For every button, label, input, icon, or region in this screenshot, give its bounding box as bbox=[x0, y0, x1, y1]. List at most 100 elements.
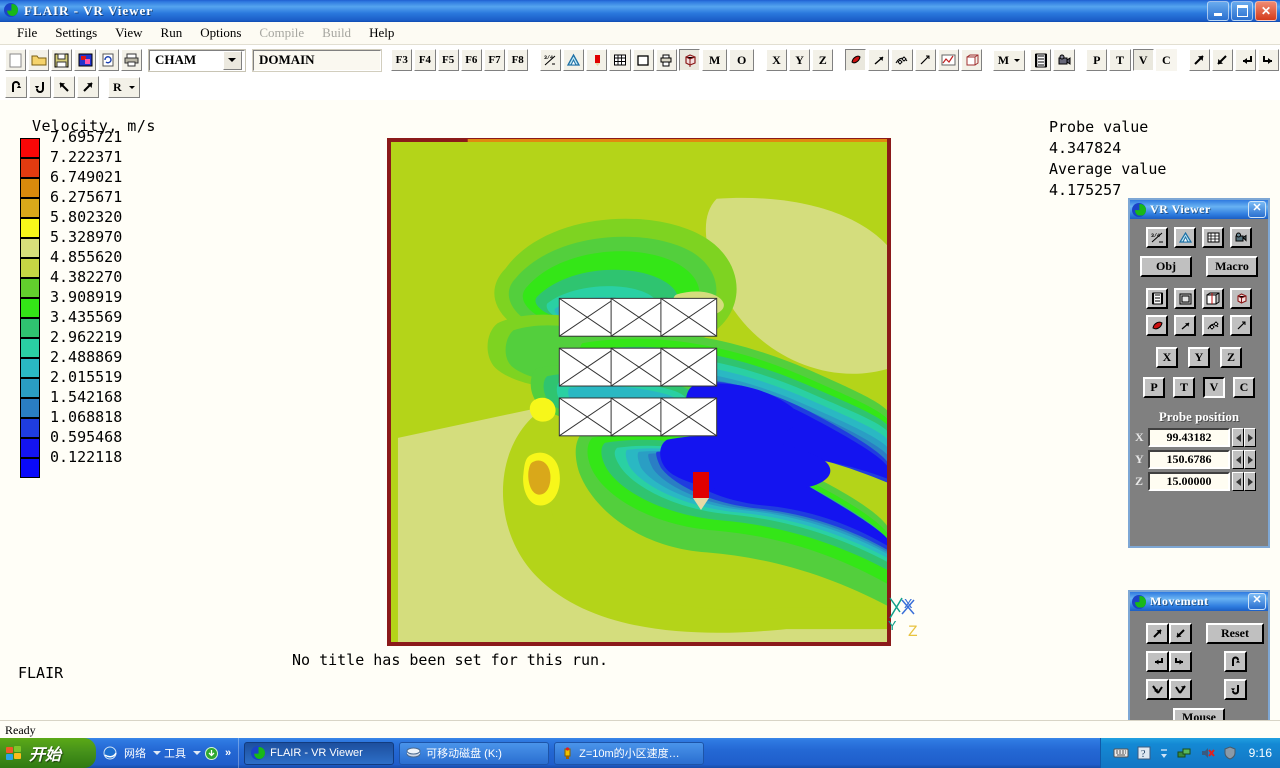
start-button[interactable]: 开始 bbox=[0, 738, 96, 768]
project-combo[interactable]: CHAM bbox=[149, 50, 245, 71]
chevron-down-icon[interactable] bbox=[223, 51, 242, 70]
contour-fill-button[interactable] bbox=[845, 49, 866, 71]
step-forward-button[interactable] bbox=[1258, 49, 1279, 71]
rotate-up-button[interactable] bbox=[1224, 651, 1247, 672]
variable-p-button[interactable]: P bbox=[1143, 377, 1165, 398]
object-button[interactable] bbox=[1230, 288, 1252, 309]
minimize-button[interactable] bbox=[1207, 1, 1229, 21]
quicklaunch-overflow[interactable]: » bbox=[225, 747, 231, 759]
shield-icon[interactable] bbox=[1223, 746, 1237, 760]
contour-fill-button[interactable] bbox=[1146, 315, 1168, 336]
keyboard-icon[interactable] bbox=[1113, 747, 1129, 759]
macro-button[interactable]: Macro bbox=[1206, 256, 1258, 277]
toggle-axes-icon-button[interactable]: 3/4 bbox=[540, 49, 561, 71]
probe-z-input[interactable]: 15.00000 bbox=[1148, 472, 1230, 491]
variable-v-button[interactable]: V bbox=[1133, 49, 1154, 71]
ie-icon[interactable] bbox=[103, 746, 118, 761]
macro-combo[interactable]: M bbox=[993, 50, 1026, 71]
filmstrip-button[interactable] bbox=[1030, 49, 1051, 71]
task-flair-vr-viewer[interactable]: FLAIR - VR Viewer bbox=[244, 742, 394, 765]
menu-file[interactable]: File bbox=[8, 23, 46, 43]
variable-t-button[interactable]: T bbox=[1173, 377, 1195, 398]
quicklaunch-network[interactable]: 网络 bbox=[124, 745, 146, 761]
contour-icon-button[interactable] bbox=[563, 49, 584, 71]
sound-muted-icon[interactable] bbox=[1200, 746, 1215, 760]
menu-help[interactable]: Help bbox=[360, 23, 403, 43]
probe-y-increment[interactable] bbox=[1244, 450, 1256, 469]
probe-marker-icon[interactable] bbox=[693, 472, 709, 508]
move-down-button[interactable] bbox=[1146, 679, 1169, 700]
move-right-button[interactable] bbox=[1169, 651, 1192, 672]
variable-c-button[interactable]: C bbox=[1156, 49, 1177, 71]
vector-button[interactable] bbox=[1174, 315, 1196, 336]
probe-z-decrement[interactable] bbox=[1232, 472, 1244, 491]
rotate-right-button[interactable] bbox=[77, 76, 99, 98]
axis-z-button[interactable]: Z bbox=[812, 49, 833, 71]
rotate-down-button[interactable] bbox=[29, 76, 51, 98]
maximize-button[interactable] bbox=[1231, 1, 1253, 21]
variable-c-button[interactable]: C bbox=[1233, 377, 1255, 398]
contour-plot[interactable] bbox=[387, 138, 891, 646]
close-button[interactable]: ✕ bbox=[1255, 1, 1277, 21]
outline-icon-button[interactable] bbox=[633, 49, 654, 71]
download-icon[interactable] bbox=[204, 746, 219, 761]
f8-button[interactable]: F8 bbox=[507, 49, 528, 71]
grid-icon-button[interactable] bbox=[609, 49, 630, 71]
f7-button[interactable]: F7 bbox=[484, 49, 505, 71]
graph-button[interactable] bbox=[938, 49, 959, 71]
isosurface-button[interactable] bbox=[915, 49, 936, 71]
probe-z-increment[interactable] bbox=[1244, 472, 1256, 491]
streamline-button[interactable] bbox=[1202, 315, 1224, 336]
f5-button[interactable]: F5 bbox=[438, 49, 459, 71]
movement-panel[interactable]: Movement ✕ Reset Mouse bbox=[1128, 590, 1270, 740]
streamline-button[interactable] bbox=[891, 49, 912, 71]
help-icon[interactable]: ? bbox=[1137, 746, 1151, 760]
task-velocity-image[interactable]: Z=10m的小区速度… bbox=[554, 742, 704, 765]
new-file-button[interactable] bbox=[5, 49, 26, 71]
image-button[interactable] bbox=[74, 49, 95, 71]
variable-v-button[interactable]: V bbox=[1203, 377, 1225, 398]
zoom-in-button[interactable] bbox=[1189, 49, 1210, 71]
menu-run[interactable]: Run bbox=[152, 23, 192, 43]
refresh-button[interactable] bbox=[98, 49, 119, 71]
axis-x-button[interactable]: X bbox=[1156, 347, 1178, 368]
f4-button[interactable]: F4 bbox=[414, 49, 435, 71]
network-icon[interactable] bbox=[1177, 746, 1192, 760]
axis-z-button[interactable]: Z bbox=[1220, 347, 1242, 368]
move-up-button[interactable] bbox=[1169, 679, 1192, 700]
move-down-left-button[interactable] bbox=[1169, 623, 1192, 644]
obj-button[interactable]: Obj bbox=[1140, 256, 1192, 277]
menu-view[interactable]: View bbox=[106, 23, 151, 43]
probe-x-increment[interactable] bbox=[1244, 428, 1256, 447]
variable-p-button[interactable]: P bbox=[1086, 49, 1107, 71]
quicklaunch-tools[interactable]: 工具 bbox=[164, 745, 186, 761]
task-removable-disk[interactable]: 可移动磁盘 (K:) bbox=[399, 742, 549, 765]
domain-field[interactable]: DOMAIN bbox=[253, 50, 381, 71]
axis-x-button[interactable]: X bbox=[766, 49, 787, 71]
save-file-button[interactable] bbox=[51, 49, 72, 71]
print-preview-icon-button[interactable] bbox=[656, 49, 677, 71]
vector-button[interactable] bbox=[868, 49, 889, 71]
variable-t-button[interactable]: T bbox=[1109, 49, 1130, 71]
move-left-button[interactable] bbox=[1146, 651, 1169, 672]
filmstrip-button[interactable] bbox=[1146, 288, 1168, 309]
move-up-right-button[interactable] bbox=[1146, 623, 1169, 644]
plane-button[interactable] bbox=[1174, 288, 1196, 309]
axis-y-button[interactable]: Y bbox=[1188, 347, 1210, 368]
chevron-icon[interactable] bbox=[1159, 746, 1169, 760]
settings-icon-button[interactable]: 3/4 bbox=[1146, 227, 1168, 248]
rotate-down-button[interactable] bbox=[1224, 679, 1247, 700]
vr-viewer-panel[interactable]: VR Viewer ✕ 3/4 Obj Macro bbox=[1128, 198, 1270, 548]
probe-x-decrement[interactable] bbox=[1232, 428, 1244, 447]
cube-button[interactable] bbox=[1202, 288, 1224, 309]
reset-button[interactable]: Reset bbox=[1206, 623, 1264, 644]
chevron-down-icon[interactable] bbox=[153, 751, 161, 755]
probe-y-input[interactable]: 150.6786 bbox=[1148, 450, 1230, 469]
camera-icon-button[interactable] bbox=[1230, 227, 1252, 248]
probe-icon-button[interactable] bbox=[586, 49, 607, 71]
r-combo[interactable]: R bbox=[108, 77, 140, 98]
rotate-left-button[interactable] bbox=[53, 76, 75, 98]
f6-button[interactable]: F6 bbox=[461, 49, 482, 71]
zoom-out-button[interactable] bbox=[1212, 49, 1233, 71]
f3-button[interactable]: F3 bbox=[391, 49, 412, 71]
